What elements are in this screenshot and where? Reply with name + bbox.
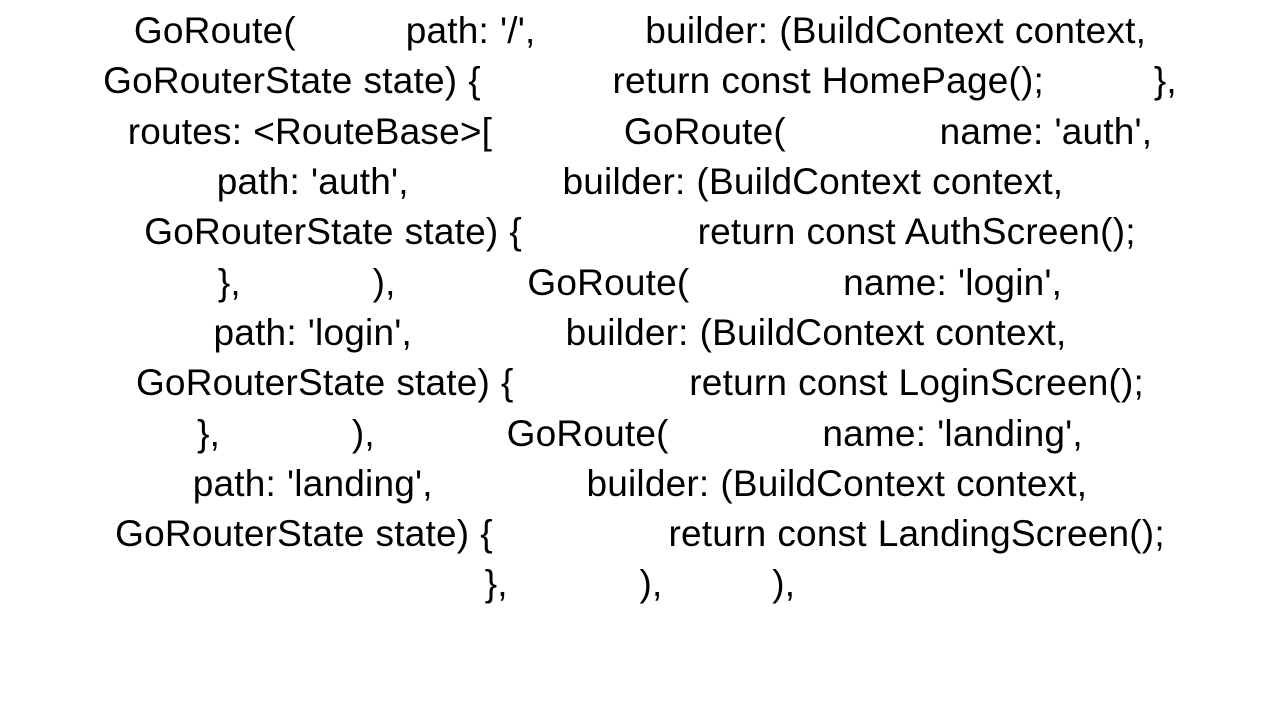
code-snippet: GoRoute( path: '/', builder: (BuildConte… — [100, 0, 1180, 610]
code-text: GoRoute( path: '/', builder: (BuildConte… — [103, 10, 1280, 604]
